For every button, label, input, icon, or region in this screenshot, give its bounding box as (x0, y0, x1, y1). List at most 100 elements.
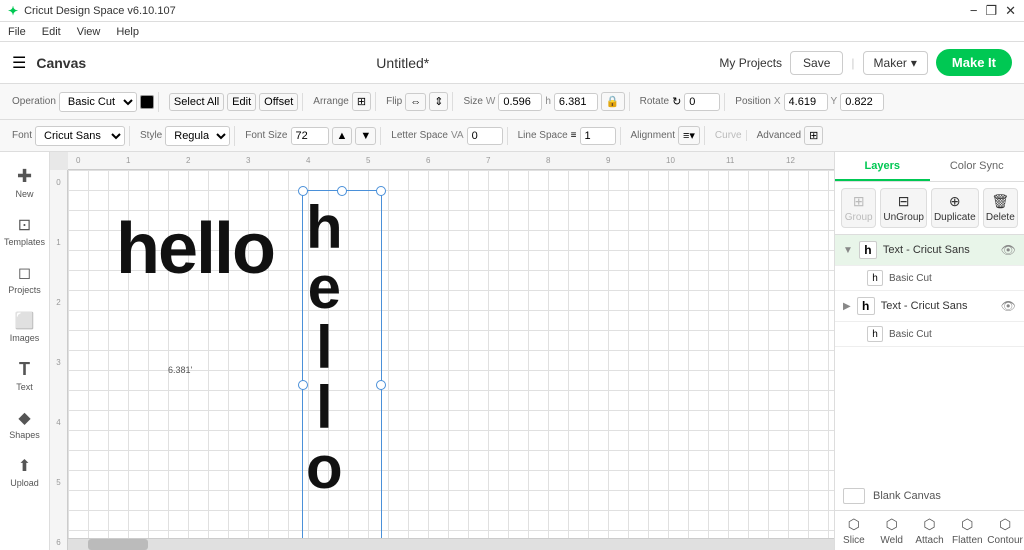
text-icon: T (19, 359, 30, 380)
h-label: h (545, 96, 551, 107)
images-icon: ⬜ (15, 311, 35, 331)
advanced-label: Advanced (757, 130, 801, 141)
operation-select[interactable]: Basic Cut (59, 92, 137, 112)
contour-button[interactable]: ⬡ Contour (986, 511, 1024, 550)
menu-edit[interactable]: Edit (42, 26, 61, 38)
position-label: Position (735, 96, 771, 107)
flatten-button[interactable]: ⬡ Flatten (948, 511, 986, 550)
tab-layers[interactable]: Layers (835, 152, 930, 181)
rotate-input[interactable] (684, 93, 720, 111)
weld-button[interactable]: ⬡ Weld (873, 511, 911, 550)
scroll-thumb[interactable] (88, 539, 148, 550)
font-size-down-button[interactable]: ▼ (355, 127, 376, 145)
line-space-input[interactable] (580, 127, 616, 145)
font-toolbar: Font Cricut Sans Style Regular Font Size… (0, 120, 1024, 152)
dimension-label: 6.381' (168, 365, 192, 375)
select-all-button[interactable]: Select All (169, 93, 224, 111)
make-it-button[interactable]: Make It (936, 49, 1012, 76)
handle-tr[interactable] (376, 186, 386, 196)
style-select[interactable]: Regular (165, 126, 230, 146)
canvas-area[interactable]: 0 1 2 3 4 5 6 7 8 9 10 11 12 0 1 2 3 4 5… (50, 152, 834, 550)
layer-item-2[interactable]: ▶ h Text - Cricut Sans 👁 (835, 291, 1024, 322)
sidebar-item-templates[interactable]: ⊡ Templates (3, 209, 47, 253)
sidebar-item-projects[interactable]: ◻ Projects (3, 257, 47, 301)
offset-button[interactable]: Offset (259, 93, 298, 111)
layer-sub-icon-2: h (867, 326, 883, 342)
ruler-top: 0 1 2 3 4 5 6 7 8 9 10 11 12 (68, 152, 834, 170)
font-size-up-button[interactable]: ▲ (332, 127, 353, 145)
handle-mr[interactable] (376, 380, 386, 390)
maker-button[interactable]: Maker ▾ (863, 51, 928, 75)
flip-v-button[interactable]: ⇕ (429, 92, 448, 111)
save-button[interactable]: Save (790, 51, 843, 75)
x-input[interactable] (784, 93, 828, 111)
restore-button[interactable]: ❐ (985, 3, 997, 19)
eye-icon-1[interactable]: 👁 (1001, 243, 1016, 257)
rotate-icon: ↻ (672, 95, 681, 108)
letter-space-input[interactable] (467, 127, 503, 145)
blank-canvas-label: Blank Canvas (873, 490, 941, 502)
font-size-input[interactable] (291, 127, 329, 145)
canvas-label: Canvas (36, 55, 86, 71)
main-area: ✚ New ⊡ Templates ◻ Projects ⬜ Images T … (0, 152, 1024, 550)
sidebar-label-shapes: Shapes (9, 430, 40, 440)
app-name: Cricut Design Space v6.10.107 (24, 5, 176, 17)
templates-icon: ⊡ (18, 215, 31, 235)
duplicate-button[interactable]: ⊕ Duplicate (931, 188, 979, 228)
separator: | (851, 56, 854, 70)
layer-name-2: Text - Cricut Sans (881, 300, 995, 312)
projects-icon: ◻ (18, 263, 31, 283)
arrange-button[interactable]: ⊞ (352, 92, 371, 111)
menu-help[interactable]: Help (116, 26, 139, 38)
right-panel: Layers Color Sync ⊞ Group ⊟ UnGroup ⊕ Du… (834, 152, 1024, 550)
minimize-button[interactable]: − (970, 3, 978, 19)
my-projects-button[interactable]: My Projects (719, 56, 782, 70)
document-title: Untitled* (376, 55, 429, 71)
close-button[interactable]: ✕ (1005, 3, 1016, 19)
font-size-label: Font Size (245, 130, 287, 141)
layer-icon-1: h (859, 241, 877, 259)
layer-item-1[interactable]: ▼ h Text - Cricut Sans 👁 (835, 235, 1024, 266)
color-swatch[interactable] (140, 95, 154, 109)
sidebar-label-text: Text (16, 382, 33, 392)
expand-icon-1: ▼ (843, 245, 853, 256)
sidebar-item-new[interactable]: ✚ New (3, 160, 47, 205)
sidebar-item-upload[interactable]: ⬆ Upload (3, 450, 47, 494)
bottom-scrollbar[interactable] (68, 538, 834, 550)
delete-button[interactable]: 🗑 Delete (983, 188, 1018, 228)
expand-icon-2: ▶ (843, 301, 851, 312)
font-select[interactable]: Cricut Sans (35, 126, 125, 146)
app-icon: ✦ (8, 4, 18, 18)
menu-file[interactable]: File (8, 26, 26, 38)
menu-view[interactable]: View (77, 26, 101, 38)
slice-button[interactable]: ⬡ Slice (835, 511, 873, 550)
w-label: W (486, 96, 495, 107)
group-button[interactable]: ⊞ Group (841, 188, 876, 228)
ungroup-button[interactable]: ⊟ UnGroup (880, 188, 927, 228)
y-input[interactable] (840, 93, 884, 111)
lock-ratio-button[interactable]: 🔒 (601, 92, 625, 111)
width-input[interactable] (498, 93, 542, 111)
shapes-icon: ◆ (18, 408, 30, 428)
eye-icon-2[interactable]: 👁 (1001, 299, 1016, 313)
sidebar-item-images[interactable]: ⬜ Images (3, 305, 47, 349)
title-bar: ✦ Cricut Design Space v6.10.107 − ❐ ✕ (0, 0, 1024, 22)
attach-button[interactable]: ⬡ Attach (911, 511, 949, 550)
ruler-left: 0 1 2 3 4 5 6 (50, 170, 68, 550)
sidebar-item-shapes[interactable]: ◆ Shapes (3, 402, 47, 446)
hamburger-button[interactable]: ☰ (12, 53, 26, 73)
toolbar: Operation Basic Cut Select All Edit Offs… (0, 84, 1024, 120)
height-input[interactable] (554, 93, 598, 111)
left-sidebar: ✚ New ⊡ Templates ◻ Projects ⬜ Images T … (0, 152, 50, 550)
alignment-label: Alignment (631, 130, 675, 141)
edit-button[interactable]: Edit (227, 93, 256, 111)
advanced-button[interactable]: ⊞ (804, 126, 823, 145)
tab-color-sync[interactable]: Color Sync (930, 152, 1024, 181)
vertical-letter-l1: l (316, 318, 333, 378)
layer-sub-name-1: Basic Cut (889, 273, 932, 284)
slice-icon: ⬡ (848, 516, 860, 533)
sidebar-item-text[interactable]: T Text (3, 353, 47, 398)
flip-h-button[interactable]: ⇔ (405, 93, 426, 111)
alignment-button[interactable]: ≡▾ (678, 126, 700, 145)
letter-space-label: Letter Space (391, 130, 448, 141)
